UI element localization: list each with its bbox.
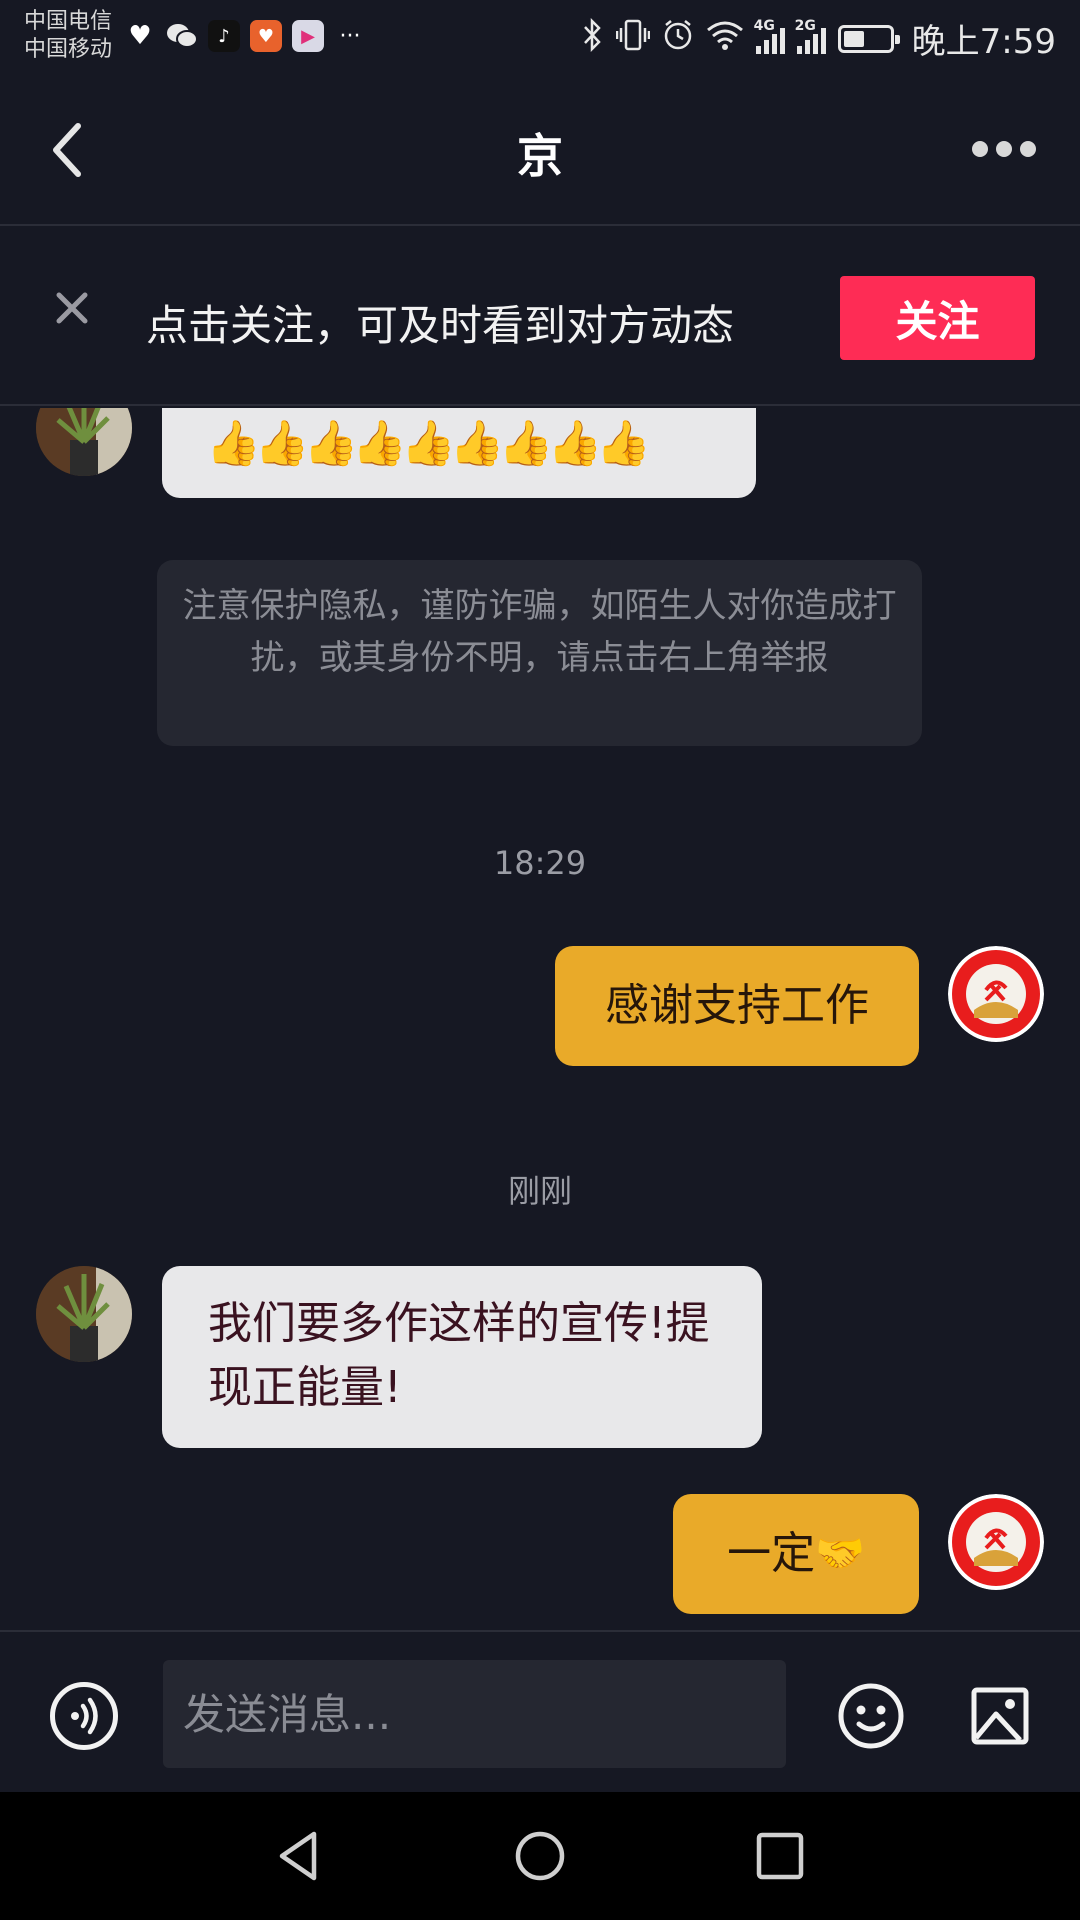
timestamp: 刚刚 <box>507 1172 572 1210</box>
contact-avatar[interactable] <box>36 408 132 476</box>
system-back-button[interactable] <box>274 1830 326 1882</box>
more-dot-icon <box>996 141 1012 157</box>
more-dot-icon <box>1020 141 1036 157</box>
heartbeat-icon: ♥ <box>128 21 152 51</box>
own-avatar[interactable] <box>948 1494 1044 1590</box>
more-dot-icon <box>972 141 988 157</box>
carrier-2: 中国移动 <box>24 37 113 62</box>
emoji-button[interactable] <box>837 1682 905 1750</box>
system-recents-button[interactable] <box>754 1830 806 1882</box>
thumbs-up-emojis: 👍👍👍👍👍👍👍👍👍 <box>206 418 651 469</box>
message-text: 感谢支持工作 <box>605 980 869 1031</box>
plant-photo-icon <box>36 1266 132 1362</box>
square-recents-icon <box>756 1832 804 1880</box>
notification-icons: ♥ ♪ ♥ ▶ ··· <box>124 20 366 52</box>
close-banner-button[interactable] <box>50 286 94 330</box>
bluetooth-icon <box>582 17 604 59</box>
follow-banner: 点击关注，可及时看到对方动态 关注 <box>0 228 1080 406</box>
voice-input-button[interactable] <box>50 1682 118 1750</box>
tiktok-icon: ♪ <box>208 20 240 52</box>
image-picker-button[interactable] <box>970 1686 1030 1746</box>
message-input[interactable] <box>163 1660 786 1768</box>
handshake-emoji: 🤝 <box>815 1531 865 1577</box>
party-emblem-icon <box>948 946 1044 1042</box>
triangle-back-icon <box>279 1831 317 1881</box>
status-time: 晚上7:59 <box>911 22 1056 62</box>
status-bar: 中国电信 中国移动 ♥ ♪ ♥ ▶ ··· 4G 2G 晚上7:59 <box>0 0 1080 74</box>
message-bubble-outgoing[interactable]: 感谢支持工作 <box>555 946 919 1066</box>
vibrate-icon <box>615 18 650 59</box>
signal-4g-icon: 4G <box>754 18 785 54</box>
plant-photo-icon <box>36 408 132 476</box>
party-emblem-icon <box>948 1494 1044 1590</box>
message-bubble-incoming[interactable]: 👍👍👍👍👍👍👍👍👍 <box>162 408 756 498</box>
image-icon <box>971 1687 1029 1745</box>
voice-wave-icon <box>71 1697 98 1735</box>
chat-header: 京 <box>0 74 1080 226</box>
contact-avatar[interactable] <box>36 1266 132 1362</box>
more-options-button[interactable] <box>972 134 1036 164</box>
circle-home-icon <box>515 1831 565 1881</box>
message-text: 我们要多作这样的宣传!提现正能量! <box>208 1298 710 1413</box>
message-composer <box>0 1630 1080 1790</box>
wechat-icon <box>166 20 198 52</box>
message-bubble-outgoing[interactable]: 一定 🤝 <box>673 1494 919 1614</box>
timestamp: 18:29 <box>493 844 587 882</box>
orange-app-icon: ♥ <box>250 20 282 52</box>
message-text: 一定 <box>727 1528 816 1579</box>
follow-button[interactable]: 关注 <box>840 276 1035 360</box>
smiley-icon <box>838 1683 904 1749</box>
follow-prompt-text: 点击关注，可及时看到对方动态 <box>146 301 735 350</box>
system-home-button[interactable] <box>514 1830 566 1882</box>
own-avatar[interactable] <box>948 946 1044 1042</box>
battery-level <box>843 30 864 47</box>
message-bubble-incoming[interactable]: 我们要多作这样的宣传!提现正能量! <box>162 1266 762 1448</box>
alarm-icon <box>662 18 694 59</box>
video-app-icon: ▶ <box>292 20 324 52</box>
carrier-labels: 中国电信 中国移动 <box>24 8 112 64</box>
close-icon <box>56 292 88 324</box>
privacy-warning: 注意保护隐私，谨防诈骗，如陌生人对你造成打扰，或其身份不明，请点击右上角举报 <box>157 560 922 746</box>
system-navigation-bar <box>0 1792 1080 1920</box>
signal-2g-icon: 2G <box>795 18 826 54</box>
more-dots-icon: ··· <box>339 23 361 49</box>
wifi-icon <box>706 20 744 57</box>
chat-title: 京 <box>517 129 563 183</box>
carrier-1: 中国电信 <box>24 9 113 34</box>
battery-icon <box>837 24 900 53</box>
status-indicators: 4G 2G 晚上7:59 <box>582 14 1056 63</box>
message-list[interactable]: 👍👍👍👍👍👍👍👍👍 注意保护隐私，谨防诈骗，如陌生人对你造成打扰，或其身份不明，… <box>0 408 1080 1630</box>
